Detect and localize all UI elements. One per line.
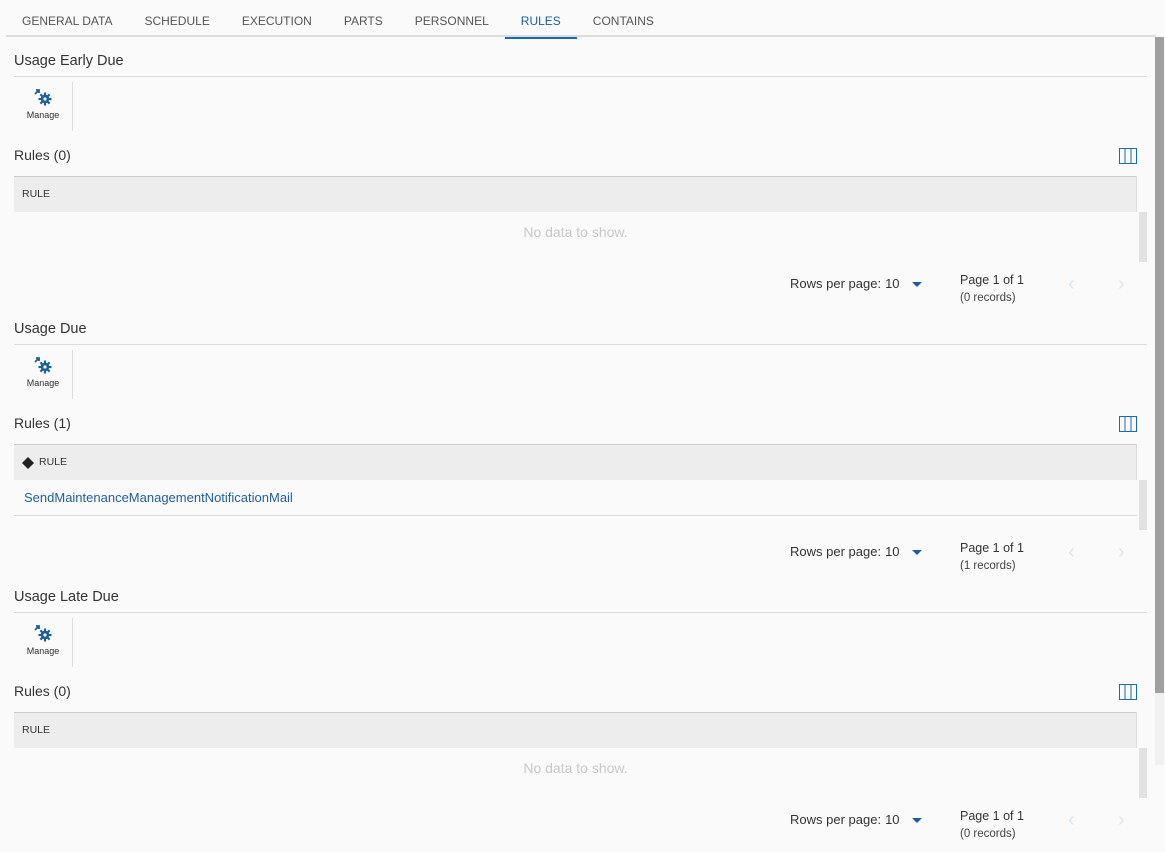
tab-rules[interactable]: RULES xyxy=(504,0,577,39)
rows-per-page-label: Rows per page: xyxy=(790,276,882,291)
records-count: (1 records) xyxy=(960,560,1016,572)
rules-count-title: Rules (0) xyxy=(14,683,71,699)
manage-gear-icon xyxy=(14,352,72,376)
table-scrollbar[interactable] xyxy=(1139,480,1147,530)
table-header-rule[interactable]: RULE xyxy=(14,712,1137,748)
manage-label: Manage xyxy=(26,646,60,656)
divider xyxy=(14,612,1147,613)
column-label: RULE xyxy=(22,724,51,736)
empty-message: No data to show. xyxy=(523,760,628,776)
next-page-icon[interactable]: › xyxy=(1118,273,1125,296)
tab-bar: GENERAL DATA SCHEDULE EXECUTION PARTS PERSON… xyxy=(6,0,1156,39)
manage-label: Manage xyxy=(26,378,60,388)
rules-count-title: Rules (0) xyxy=(14,147,71,163)
manage-button[interactable]: Manage xyxy=(14,350,73,399)
section-title: Usage Late Due xyxy=(14,589,119,605)
section-title: Usage Due xyxy=(14,321,87,337)
empty-message: No data to show. xyxy=(523,224,628,240)
manage-gear-icon xyxy=(14,84,72,108)
manage-label: Manage xyxy=(26,110,60,120)
scrollbar-thumb[interactable] xyxy=(1155,37,1164,693)
table-scrollbar[interactable] xyxy=(1139,748,1147,798)
page-scrollbar[interactable] xyxy=(1155,37,1164,765)
column-chooser-icon[interactable] xyxy=(1119,416,1137,437)
rows-per-page-value: 10 xyxy=(885,812,900,827)
table-row[interactable]: SendMaintenanceManagementNotificationMai… xyxy=(14,480,1137,516)
table-header-rule[interactable]: RULE xyxy=(14,444,1137,480)
rows-per-page-select[interactable]: Rows per page: 10 xyxy=(790,812,922,827)
rows-per-page-value: 10 xyxy=(885,276,900,291)
rows-per-page-select[interactable]: Rows per page: 10 xyxy=(790,544,922,559)
rows-per-page-select[interactable]: Rows per page: 10 xyxy=(790,276,922,291)
column-label: RULE xyxy=(39,456,68,468)
column-chooser-icon[interactable] xyxy=(1119,148,1137,169)
column-chooser-icon[interactable] xyxy=(1119,684,1137,705)
tab-contains[interactable]: CONTAINS xyxy=(577,0,670,37)
tab-parts[interactable]: PARTS xyxy=(328,0,399,37)
page-indicator: Page 1 of 1 xyxy=(960,809,1024,823)
rules-count-title: Rules (1) xyxy=(14,415,71,431)
sort-diamond-icon xyxy=(22,456,34,469)
divider xyxy=(14,76,1147,77)
next-page-icon[interactable]: › xyxy=(1118,809,1125,832)
rules-section: Usage Due Manage Rules (1) RULE SendMain… xyxy=(14,316,1147,584)
rules-section: Usage Late Due Manage Rules (0) RULE No … xyxy=(14,584,1147,852)
manage-button[interactable]: Manage xyxy=(14,618,73,667)
caret-down-icon xyxy=(911,550,922,556)
caret-down-icon xyxy=(911,282,922,288)
prev-page-icon[interactable]: ‹ xyxy=(1068,541,1075,564)
table-header-rule[interactable]: RULE xyxy=(14,176,1137,212)
prev-page-icon[interactable]: ‹ xyxy=(1068,273,1075,296)
rows-per-page-label: Rows per page: xyxy=(790,544,882,559)
caret-down-icon xyxy=(911,818,922,824)
section-title: Usage Early Due xyxy=(14,53,124,69)
rules-section: Usage Early Due Manage Rules (0) RULE No… xyxy=(14,48,1147,316)
tab-schedule[interactable]: SCHEDULE xyxy=(128,0,225,37)
rows-per-page-label: Rows per page: xyxy=(790,812,882,827)
next-page-icon[interactable]: › xyxy=(1118,541,1125,564)
tab-general-data[interactable]: GENERAL DATA xyxy=(6,0,128,37)
page-indicator: Page 1 of 1 xyxy=(960,541,1024,555)
records-count: (0 records) xyxy=(960,292,1016,304)
manage-button[interactable]: Manage xyxy=(14,82,73,131)
divider xyxy=(14,344,1147,345)
page-indicator: Page 1 of 1 xyxy=(960,273,1024,287)
manage-gear-icon xyxy=(14,620,72,644)
tab-execution[interactable]: EXECUTION xyxy=(226,0,328,37)
table-scrollbar[interactable] xyxy=(1139,212,1147,262)
tab-personnel[interactable]: PERSONNEL xyxy=(399,0,505,37)
records-count: (0 records) xyxy=(960,828,1016,840)
rows-per-page-value: 10 xyxy=(885,544,900,559)
prev-page-icon[interactable]: ‹ xyxy=(1068,809,1075,832)
column-label: RULE xyxy=(22,188,51,200)
